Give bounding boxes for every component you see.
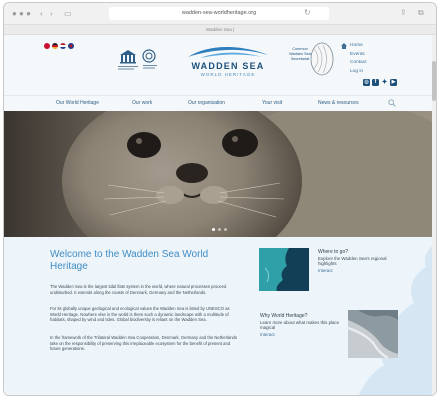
flag-german-icon[interactable] — [52, 43, 58, 49]
nav-item-our-world-heritage[interactable]: Our World Heritage — [56, 100, 99, 106]
card-link[interactable]: Interact — [318, 267, 388, 274]
main-navigation: Our World Heritage Our work Our organisa… — [4, 95, 436, 111]
card-link[interactable]: Interact — [260, 331, 346, 338]
wave-logo-icon — [188, 46, 268, 58]
facebook-icon[interactable]: f — [372, 79, 379, 86]
flag-english-icon[interactable] — [68, 43, 74, 49]
card-text: Learn more about what makes this place m… — [260, 319, 340, 331]
chevron-right-icon[interactable]: › — [50, 9, 53, 19]
carousel-dot[interactable] — [212, 228, 215, 231]
top-link-events[interactable]: Events — [350, 51, 367, 60]
map-thumbnail[interactable] — [259, 248, 309, 291]
nav-item-news-resources[interactable]: News & resources — [318, 100, 359, 106]
cooperation-paragraph: In the framework of the Trilateral Wadde… — [50, 335, 237, 352]
browser-window: ● ● ● ‹ › ▭ wadden-sea-worldheritage.org… — [3, 2, 437, 396]
tab-title[interactable]: Wadden Sea | — [206, 27, 234, 32]
why-world-heritage-card[interactable]: Why World Heritage? Learn more about wha… — [260, 313, 346, 338]
intro-paragraph: The Wadden Sea is the largest tidal flat… — [50, 284, 227, 295]
twitter-icon[interactable]: ✦ — [381, 79, 388, 86]
site-header: WADDEN SEA WORLD HERITAGE Common Wadden … — [4, 35, 436, 95]
nav-item-our-work[interactable]: Our work — [132, 100, 152, 106]
website: WADDEN SEA WORLD HERITAGE Common Wadden … — [4, 35, 436, 395]
address-bar[interactable]: wadden-sea-worldheritage.org — [109, 7, 329, 20]
seal-photo — [4, 111, 436, 237]
logo-title: WADDEN SEA — [191, 61, 265, 71]
welcome-title: Welcome to the Wadden Sea World Heritage — [50, 249, 209, 272]
top-link-home[interactable]: Home — [350, 42, 367, 51]
wadden-sea-logo[interactable]: WADDEN SEA WORLD HERITAGE — [182, 43, 274, 83]
secretariat-label: Common Wadden Sea Secretariat — [289, 47, 311, 61]
chevron-left-icon[interactable]: ‹ — [40, 9, 43, 19]
where-to-go-card[interactable]: Where to go? Explore the Wadden Sea's re… — [318, 249, 388, 274]
logo-subtitle: WORLD HERITAGE — [200, 72, 256, 77]
card-text: Explore the Wadden Sea's regional highli… — [318, 255, 387, 267]
flag-dutch-icon[interactable] — [60, 43, 66, 49]
tidal-flats-thumbnail[interactable] — [348, 310, 398, 358]
language-flags — [44, 43, 74, 49]
home-icon[interactable] — [341, 43, 347, 49]
carousel-dots — [212, 228, 227, 231]
youtube-icon[interactable]: ▶ — [390, 79, 397, 86]
top-links: Home Events Contact Log in — [341, 42, 367, 77]
hero-banner[interactable] — [4, 111, 436, 237]
top-link-login[interactable]: Log in — [350, 68, 367, 77]
reload-icon[interactable]: ↻ — [304, 8, 311, 17]
social-icons: ◎ f ✦ ▶ — [363, 79, 397, 86]
carousel-dot[interactable] — [224, 228, 227, 231]
unesco-logo-icon — [118, 49, 157, 70]
page-scrollbar[interactable] — [432, 35, 436, 395]
scrollbar-thumb[interactable] — [432, 61, 436, 101]
search-icon[interactable] — [388, 99, 396, 107]
flag-danish-icon[interactable] — [44, 43, 50, 49]
top-link-contact[interactable]: Contact — [350, 59, 367, 68]
unesco-paragraph: For its globally unique geological and e… — [50, 306, 230, 323]
nav-item-your-visit[interactable]: Your visit — [262, 100, 282, 106]
carousel-dot[interactable] — [218, 228, 221, 231]
window-controls-icon[interactable]: ● ● ● — [12, 9, 31, 19]
share-icon[interactable]: ⇪ — [400, 8, 407, 17]
browser-toolbar: ● ● ● ‹ › ▭ wadden-sea-worldheritage.org… — [4, 3, 436, 25]
nav-item-our-organisation[interactable]: Our organisation — [188, 100, 225, 106]
instagram-icon[interactable]: ◎ — [363, 79, 370, 86]
sidebar-icon[interactable]: ▭ — [64, 9, 72, 19]
main-content: Welcome to the Wadden Sea World Heritage… — [4, 237, 436, 395]
tab-strip[interactable]: Wadden Sea | — [4, 25, 436, 35]
tabs-icon[interactable]: ⧉ — [418, 8, 424, 18]
